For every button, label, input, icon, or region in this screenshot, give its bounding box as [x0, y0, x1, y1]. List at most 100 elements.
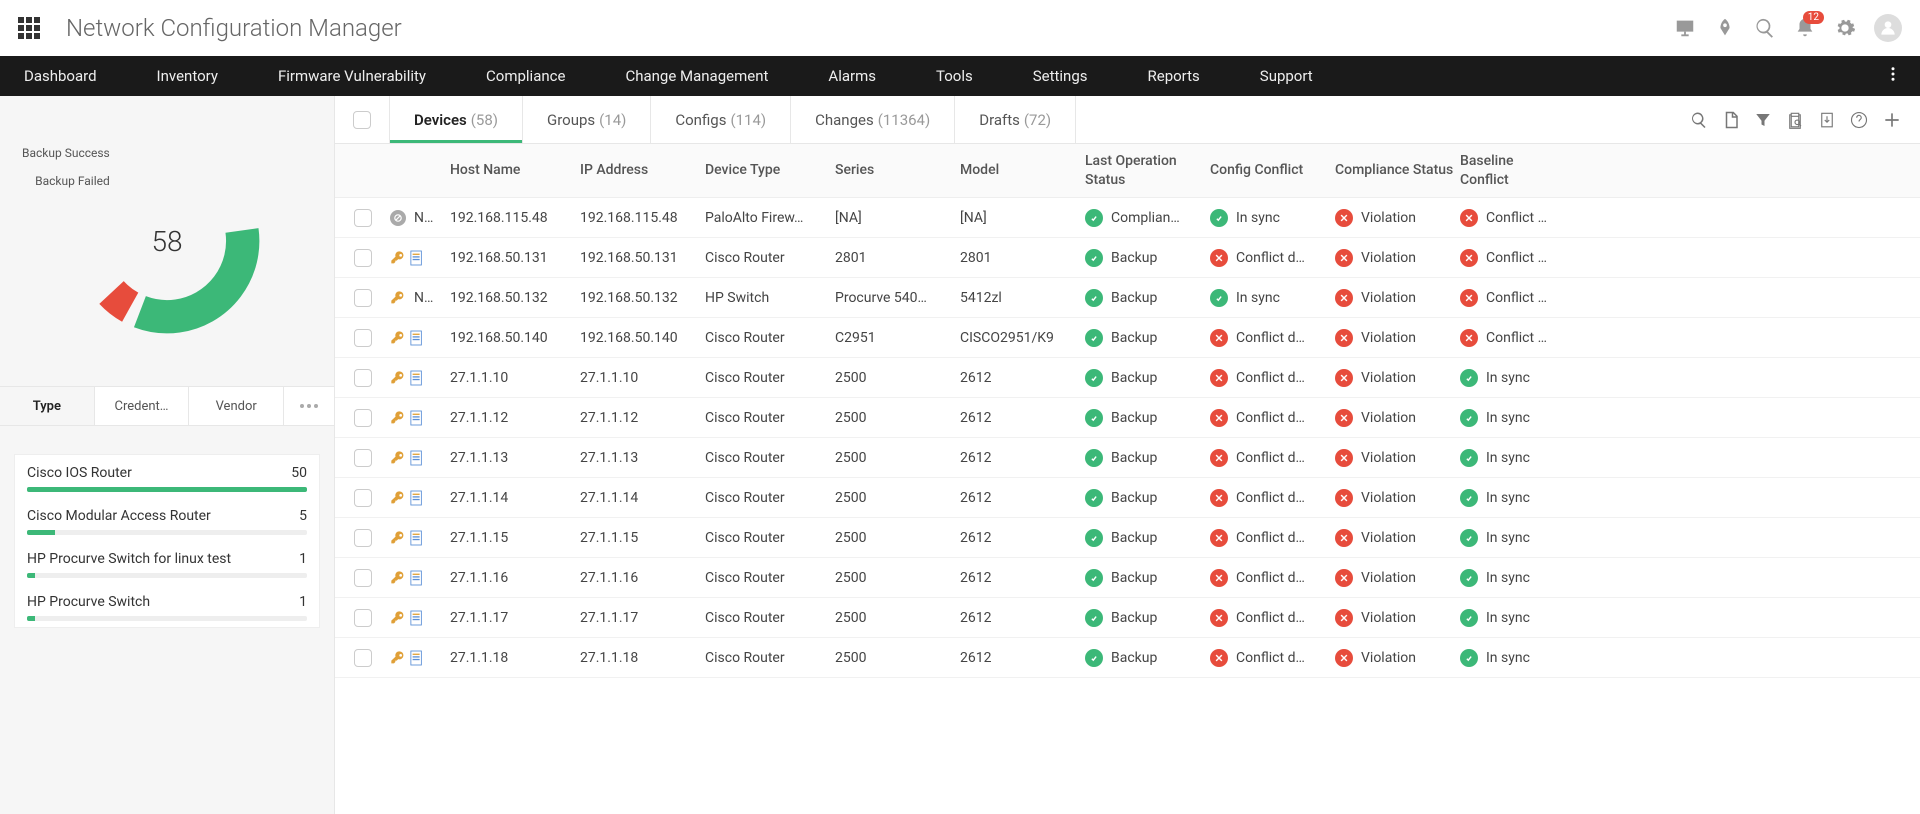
bell-icon[interactable]: 12 [1794, 17, 1816, 39]
filter-more-icon[interactable] [284, 387, 334, 425]
cell-hostname: 27.1.1.18 [450, 650, 580, 666]
type-label: HP Procurve Switch for linux test [27, 551, 231, 567]
main-nav: Dashboard Inventory Firmware Vulnerability… [0, 56, 1920, 96]
nav-settings[interactable]: Settings [1033, 67, 1088, 85]
filter-tab-vendor[interactable]: Vendor [189, 387, 284, 425]
cell-config-conflict: Conflict d… [1210, 409, 1335, 427]
row-checkbox[interactable] [354, 369, 372, 387]
type-row[interactable]: HP Procurve Switch1 [15, 584, 319, 627]
row-checkbox[interactable] [354, 609, 372, 627]
search-icon[interactable] [1754, 17, 1776, 39]
cross-icon [1210, 329, 1228, 347]
search-tool-icon[interactable] [1690, 111, 1708, 129]
col-series[interactable]: Series [835, 161, 960, 179]
nav-inventory[interactable]: Inventory [157, 67, 218, 85]
gear-icon[interactable] [1834, 17, 1856, 39]
row-checkbox[interactable] [354, 409, 372, 427]
filter-tab-type[interactable]: Type [0, 387, 95, 425]
pdf-export-icon[interactable] [1722, 111, 1740, 129]
col-device-type[interactable]: Device Type [705, 161, 835, 179]
table-row[interactable]: 27.1.1.17 27.1.1.17 Cisco Router 2500 26… [335, 598, 1920, 638]
cell-hostname: 27.1.1.17 [450, 610, 580, 626]
nav-change-management[interactable]: Change Management [625, 67, 768, 85]
row-checkbox[interactable] [354, 529, 372, 547]
table-row[interactable]: 27.1.1.18 27.1.1.18 Cisco Router 2500 26… [335, 638, 1920, 678]
row-checkbox[interactable] [354, 569, 372, 587]
nav-support[interactable]: Support [1260, 67, 1313, 85]
row-checkbox[interactable] [354, 209, 372, 227]
nav-dashboard[interactable]: Dashboard [24, 67, 97, 85]
type-row[interactable]: HP Procurve Switch for linux test1 [15, 541, 319, 584]
cell-series: 2500 [835, 570, 960, 586]
row-checkbox[interactable] [354, 449, 372, 467]
filter-tab-credent[interactable]: Credent… [95, 387, 190, 425]
table-row[interactable]: N… 192.168.50.132 192.168.50.132 HP Swit… [335, 278, 1920, 318]
cell-ip: 27.1.1.12 [580, 410, 705, 426]
col-ip[interactable]: IP Address [580, 161, 705, 179]
presentation-icon[interactable] [1674, 17, 1696, 39]
table-row[interactable]: 27.1.1.10 27.1.1.10 Cisco Router 2500 26… [335, 358, 1920, 398]
nav-more-icon[interactable] [1884, 65, 1902, 87]
nav-firmware-vulnerability[interactable]: Firmware Vulnerability [278, 67, 426, 85]
row-checkbox[interactable] [354, 489, 372, 507]
nav-alarms[interactable]: Alarms [828, 67, 876, 85]
table-row[interactable]: 27.1.1.13 27.1.1.13 Cisco Router 2500 26… [335, 438, 1920, 478]
nav-tools[interactable]: Tools [936, 67, 973, 85]
tab-groups[interactable]: Groups (14) [523, 96, 651, 143]
table-row[interactable]: 27.1.1.12 27.1.1.12 Cisco Router 2500 26… [335, 398, 1920, 438]
import-icon[interactable] [1818, 111, 1836, 129]
content-tabs: Devices (58)Groups (14)Configs (114)Chan… [335, 96, 1920, 144]
cell-series: 2500 [835, 410, 960, 426]
cross-icon [1460, 329, 1478, 347]
cross-icon [1335, 289, 1353, 307]
col-last-op[interactable]: Last Operation Status [1085, 152, 1210, 188]
row-checkbox[interactable] [354, 329, 372, 347]
cell-last-op: Backup [1085, 329, 1210, 347]
col-hostname[interactable]: Host Name [450, 161, 572, 179]
select-all-checkbox[interactable] [353, 111, 371, 129]
cross-icon [1210, 369, 1228, 387]
config-file-icon [410, 490, 426, 506]
clipboard-search-icon[interactable] [1786, 111, 1804, 129]
cell-baseline: In sync [1460, 529, 1560, 547]
table-row[interactable]: 27.1.1.16 27.1.1.16 Cisco Router 2500 26… [335, 558, 1920, 598]
col-compliance[interactable]: Compliance Status [1335, 161, 1460, 179]
table-row[interactable]: 27.1.1.14 27.1.1.14 Cisco Router 2500 26… [335, 478, 1920, 518]
row-checkbox[interactable] [354, 649, 372, 667]
host-short: N… [414, 210, 441, 226]
col-model[interactable]: Model [960, 161, 1085, 179]
apps-grid-icon[interactable] [18, 17, 40, 39]
filter-icon[interactable] [1754, 111, 1772, 129]
cell-series: 2500 [835, 650, 960, 666]
help-icon[interactable] [1850, 111, 1868, 129]
col-baseline[interactable]: Baseline Conflict [1460, 152, 1560, 188]
tab-devices[interactable]: Devices (58) [390, 96, 523, 143]
table-row[interactable]: N… 192.168.115.48 192.168.115.48 PaloAlt… [335, 198, 1920, 238]
cross-icon [1335, 209, 1353, 227]
config-file-icon [410, 450, 426, 466]
filter-tabs: TypeCredent…Vendor [0, 386, 334, 426]
col-config-conflict[interactable]: Config Conflict [1210, 161, 1335, 179]
tab-configs[interactable]: Configs (114) [651, 96, 791, 143]
legend-failed: Backup Failed [22, 174, 110, 188]
type-row[interactable]: Cisco Modular Access Router5 [15, 498, 319, 541]
row-checkbox[interactable] [354, 249, 372, 267]
credential-key-icon [390, 570, 406, 586]
nav-compliance[interactable]: Compliance [486, 67, 565, 85]
nav-reports[interactable]: Reports [1148, 67, 1200, 85]
tab-changes[interactable]: Changes (11364) [791, 96, 955, 143]
type-row[interactable]: Cisco IOS Router50 [15, 455, 319, 498]
cross-icon [1335, 529, 1353, 547]
table-row[interactable]: 27.1.1.15 27.1.1.15 Cisco Router 2500 26… [335, 518, 1920, 558]
add-icon[interactable] [1882, 110, 1902, 130]
rocket-icon[interactable] [1714, 17, 1736, 39]
tab-drafts[interactable]: Drafts (72) [955, 96, 1076, 143]
user-avatar[interactable] [1874, 14, 1902, 42]
cell-last-op: Backup [1085, 569, 1210, 587]
table-row[interactable]: 192.168.50.131 192.168.50.131 Cisco Rout… [335, 238, 1920, 278]
check-icon [1460, 449, 1478, 467]
cell-compliance: Violation [1335, 209, 1460, 227]
cell-model: [NA] [960, 210, 1085, 226]
row-checkbox[interactable] [354, 289, 372, 307]
table-row[interactable]: 192.168.50.140 192.168.50.140 Cisco Rout… [335, 318, 1920, 358]
